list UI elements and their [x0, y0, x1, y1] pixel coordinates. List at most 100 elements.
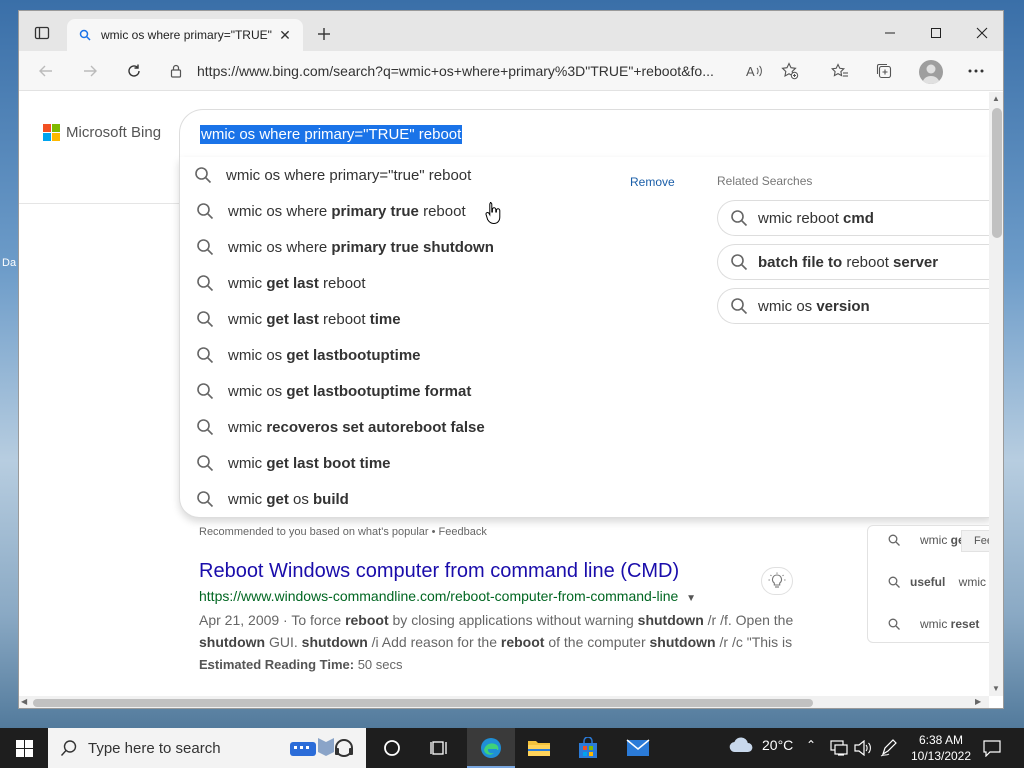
read-aloud-button[interactable]: A: [739, 57, 769, 85]
suggestion-item[interactable]: wmic os where primary true shutdown: [180, 229, 700, 265]
search-input[interactable]: wmic os where primary="TRUE" reboot: [200, 125, 463, 144]
back-arrow-icon: [39, 65, 52, 77]
search-box[interactable]: wmic os where primary="TRUE" reboot: [179, 109, 989, 157]
browser-tab[interactable]: wmic os where primary="TRUE" ✕: [67, 19, 303, 51]
search-icon: [197, 239, 214, 256]
taskbar-clock[interactable]: 6:38 AM 10/13/2022: [907, 732, 975, 764]
search-icon: [197, 347, 214, 364]
related-search-text: wmic reboot cmd: [758, 209, 874, 227]
horizontal-scrollbar-thumb[interactable]: [33, 699, 813, 707]
suggestion-text: wmic os get lastbootuptime format: [228, 382, 472, 400]
mail-button[interactable]: [614, 728, 662, 768]
related-search-item[interactable]: batch file to reboot server: [717, 244, 989, 280]
close-tab-icon[interactable]: ✕: [275, 25, 295, 45]
scroll-up-icon[interactable]: ▲: [992, 94, 1000, 103]
suggestion-item[interactable]: wmic os where primary true reboot: [180, 193, 700, 229]
maximize-icon: [931, 28, 941, 38]
task-view-icon-button[interactable]: [416, 728, 464, 768]
suggestion-item[interactable]: wmic get last boot time: [180, 445, 700, 481]
favorites-button[interactable]: [825, 57, 855, 85]
search-icon: [60, 740, 77, 756]
suggestion-item[interactable]: wmic recoveros set autoreboot false: [180, 409, 700, 445]
new-tab-button[interactable]: [311, 21, 337, 47]
vertical-scrollbar-thumb[interactable]: [992, 108, 1002, 238]
header-divider: [19, 203, 179, 204]
horizontal-scrollbar[interactable]: ◀ ▶: [19, 696, 989, 708]
maximize-button[interactable]: [913, 19, 959, 47]
start-button[interactable]: [0, 728, 48, 768]
search-highlight-icon: [290, 738, 353, 757]
profile-avatar[interactable]: [919, 60, 943, 84]
show-hidden-icons-chevron-icon[interactable]: ⌃: [806, 738, 816, 752]
forward-button[interactable]: [75, 57, 105, 85]
browser-window: wmic os where primary="TRUE" ✕ https://w…: [18, 10, 1004, 709]
windows-logo-icon: [15, 739, 33, 757]
close-window-button[interactable]: [959, 19, 1003, 47]
file-explorer-button[interactable]: [515, 728, 563, 768]
suggestion-item[interactable]: wmic os get lastbootuptime format: [180, 373, 700, 409]
edge-taskbar-button[interactable]: [467, 728, 515, 768]
search-icon: [79, 29, 91, 41]
result-url[interactable]: https://www.windows-commandline.com/rebo…: [199, 588, 696, 604]
history-suggestion[interactable]: wmic os where primary="true" reboot: [180, 157, 700, 193]
suggestion-text: wmic os where primary true reboot: [228, 202, 466, 220]
refresh-icon: [128, 64, 140, 77]
side-panel-item[interactable]: wmic reset: [888, 613, 979, 635]
search-icon: [888, 576, 900, 588]
notification-icon[interactable]: [982, 739, 1002, 757]
mail-icon: [626, 739, 650, 756]
related-search-item[interactable]: wmic os version: [717, 288, 989, 324]
suggestion-text: wmic get last boot time: [228, 454, 391, 472]
taskbar: Type here to search 20°C ⌃ 6:38 AM 10/13…: [0, 728, 1024, 768]
logo-green-square: [52, 124, 60, 132]
read-aloud-icon: A: [746, 64, 762, 79]
bing-logo[interactable]: Microsoft Bing: [43, 124, 161, 141]
suggestion-item[interactable]: wmic os get lastbootuptime: [180, 337, 700, 373]
refresh-button[interactable]: [119, 57, 149, 85]
suggestion-item[interactable]: wmic get os build: [180, 481, 700, 517]
result-url-text: https://www.windows-commandline.com/rebo…: [199, 588, 679, 604]
side-panel-item-text: wmic reset: [920, 617, 980, 631]
add-favorite-button[interactable]: [775, 57, 805, 85]
settings-menu-button[interactable]: [961, 57, 991, 85]
weather-widget[interactable]: 20°C: [728, 736, 793, 754]
insight-button[interactable]: [761, 567, 793, 595]
plus-icon: [318, 28, 330, 40]
feedback-tab[interactable]: Fee: [961, 530, 989, 552]
back-button[interactable]: [31, 57, 61, 85]
scroll-right-icon[interactable]: ▶: [975, 697, 981, 706]
related-search-item[interactable]: wmic reboot cmd: [717, 200, 989, 236]
edge-icon: [481, 738, 501, 758]
store-button[interactable]: [564, 728, 612, 768]
task-view-button[interactable]: [368, 728, 416, 768]
suggestion-text: wmic os where primary true shutdown: [228, 238, 494, 256]
vertical-scrollbar[interactable]: ▲ ▼: [989, 92, 1003, 696]
url-dropdown-icon[interactable]: ▼: [686, 593, 696, 604]
taskbar-search-box[interactable]: Type here to search: [48, 728, 366, 768]
minimize-button[interactable]: [867, 19, 913, 47]
suggestion-item[interactable]: wmic get last reboot time: [180, 301, 700, 337]
pen-icon[interactable]: [880, 739, 898, 757]
result-title-link[interactable]: Reboot Windows computer from command lin…: [199, 560, 679, 583]
suggestion-item[interactable]: wmic get last reboot: [180, 265, 700, 301]
tab-actions-button[interactable]: [27, 19, 57, 47]
scroll-down-icon[interactable]: ▼: [992, 684, 1000, 693]
network-icon[interactable]: [830, 740, 848, 756]
autosuggest-dropdown: wmic os where primary="true" reboot Remo…: [179, 157, 989, 518]
remove-history-link[interactable]: Remove: [630, 175, 675, 189]
forward-arrow-icon: [84, 65, 97, 77]
scroll-left-icon[interactable]: ◀: [21, 697, 27, 706]
address-bar[interactable]: https://www.bing.com/search?q=wmic+os+wh…: [169, 56, 749, 86]
folder-icon: [528, 741, 550, 756]
collections-button[interactable]: [869, 57, 899, 85]
side-panel-item[interactable]: wmic ge: [888, 529, 965, 551]
side-panel-item[interactable]: useful wmic c: [888, 571, 989, 593]
search-icon: [197, 491, 214, 508]
volume-icon[interactable]: [854, 740, 872, 756]
microsoft-logo-icon: [43, 124, 60, 141]
page-content: Microsoft Bing wmic os where primary="TR…: [19, 92, 989, 696]
svg-text:A: A: [746, 64, 755, 79]
weather-temperature: 20°C: [762, 737, 794, 753]
favorites-icon: [831, 63, 848, 77]
address-url: https://www.bing.com/search?q=wmic+os+wh…: [197, 63, 714, 79]
